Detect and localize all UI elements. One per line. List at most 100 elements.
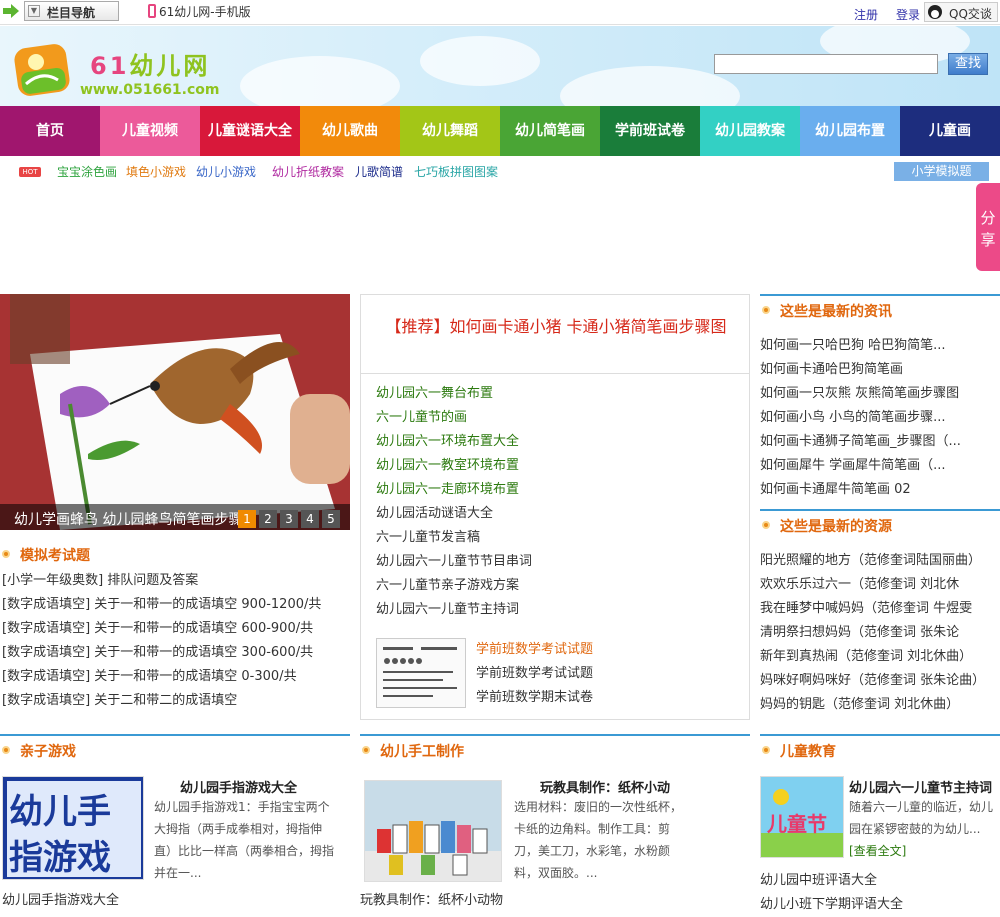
craft-card-title[interactable]: 玩教具制作：纸杯小动 bbox=[540, 777, 670, 796]
games-section-header: 亲子游戏 bbox=[0, 734, 350, 762]
feature-list: 学前班数学考试试题 学前班数学考试试题 学前班数学期末试卷 bbox=[476, 638, 746, 710]
list-item[interactable]: 学前班数学期末试卷 bbox=[476, 686, 746, 710]
nav-item-lesson-plans[interactable]: 幼儿园教案 bbox=[700, 106, 800, 156]
nav-item-drawing[interactable]: 幼儿简笔画 bbox=[500, 106, 600, 156]
edu-card-desc: 随着六一儿童的临近，幼儿园在紧锣密鼓的为幼儿... [查看全文] bbox=[849, 800, 994, 858]
list-item[interactable]: 新年到真热闹（范修奎词 刘北休曲） bbox=[760, 645, 1000, 669]
edu-card-title[interactable]: 幼儿园六一儿童节主持词 bbox=[849, 777, 992, 796]
list-item[interactable]: 六一儿童节发言稿 bbox=[376, 526, 736, 550]
logo-url: www.051661.com bbox=[80, 82, 220, 98]
feature-title[interactable]: 学前班数学考试试题 bbox=[476, 638, 746, 662]
list-item[interactable]: 如何画卡通狮子简笔画_步骤图（... bbox=[760, 430, 1000, 454]
slideshow-page[interactable]: 4 bbox=[301, 510, 319, 528]
list-item[interactable]: 清明祭扫想妈妈（范修奎词 张朱论 bbox=[760, 621, 1000, 645]
list-item[interactable]: 妈妈的钥匙（范修奎词 刘北休曲） bbox=[760, 693, 1000, 717]
games-card-title[interactable]: 幼儿园手指游戏大全 bbox=[180, 777, 297, 796]
read-more-link[interactable]: [查看全文] bbox=[849, 844, 906, 858]
sub-nav: HOT 宝宝涂色画 填色小游戏 幼儿小游戏 幼儿折纸教案 儿歌简谱 七巧板拼图图… bbox=[0, 156, 1000, 186]
slideshow-caption[interactable]: 幼儿学画蜂鸟 幼儿园蜂鸟简笔画步骤 bbox=[14, 509, 242, 529]
nav-item-home[interactable]: 首页 bbox=[0, 106, 100, 156]
list-item[interactable]: 幼儿园六一舞台布置 bbox=[376, 382, 736, 406]
search-input[interactable] bbox=[714, 54, 938, 74]
list-item[interactable]: 如何画小鸟 小鸟的简笔画步骤... bbox=[760, 406, 1000, 430]
list-item[interactable]: [数字成语填空] 关于一和带一的成语填空 0-300/共 bbox=[2, 665, 350, 689]
share-button[interactable]: 分享 bbox=[976, 183, 1000, 271]
list-item[interactable]: 欢欢乐乐过六一（范修奎词 刘北休 bbox=[760, 573, 1000, 597]
subnav-link[interactable]: 幼儿小游戏 bbox=[196, 163, 256, 180]
list-item[interactable]: 如何画犀牛 学画犀牛简笔画（... bbox=[760, 454, 1000, 478]
list-item[interactable]: 如何画卡通哈巴狗简笔画 bbox=[760, 358, 1000, 382]
subnav-link[interactable]: 宝宝涂色画 bbox=[57, 163, 117, 180]
games-list: 幼儿园手指游戏大全 bbox=[2, 889, 342, 913]
list-item[interactable]: 妈咪好啊妈咪好（范修奎词 张朱论曲） bbox=[760, 669, 1000, 693]
svg-text:幼儿手: 幼儿手 bbox=[9, 792, 111, 832]
nav-item-kids-painting[interactable]: 儿童画 bbox=[900, 106, 1000, 156]
subnav-link[interactable]: 幼儿折纸教案 bbox=[272, 163, 344, 180]
register-link[interactable]: 注册 bbox=[854, 6, 878, 23]
list-item[interactable]: 幼儿园手指游戏大全 bbox=[2, 889, 342, 913]
subnav-link[interactable]: 儿歌简谱 bbox=[355, 163, 403, 180]
svg-text:儿童节: 儿童节 bbox=[766, 812, 827, 836]
bullet-icon bbox=[762, 746, 770, 754]
list-item[interactable]: [数字成语填空] 关于一和带一的成语填空 300-600/共 bbox=[2, 641, 350, 665]
nav-item-decoration[interactable]: 幼儿园布置 bbox=[800, 106, 900, 156]
list-item[interactable]: 如何画一只哈巴狗 哈巴狗简笔... bbox=[760, 334, 1000, 358]
list-item[interactable]: 如何画卡通犀牛简笔画 02 bbox=[760, 478, 1000, 502]
logo-icon[interactable] bbox=[12, 40, 72, 100]
craft-thumbnail[interactable] bbox=[364, 780, 502, 882]
list-item[interactable]: [小学一年级奥数] 排队问题及答案 bbox=[2, 569, 350, 593]
site-header: 61幼儿网 www.051661.com 查找 bbox=[0, 26, 1000, 106]
top-bar: ▼ 栏目导航 61幼儿网-手机版 注册 登录 QQ交谈 bbox=[0, 0, 1000, 25]
list-item[interactable]: [数字成语填空] 关于一和带一的成语填空 600-900/共 bbox=[2, 617, 350, 641]
subnav-link[interactable]: 填色小游戏 bbox=[126, 163, 186, 180]
games-thumbnail[interactable]: 幼儿手 指游戏 bbox=[2, 776, 144, 880]
bullet-icon bbox=[2, 550, 10, 558]
chevron-down-icon: ▼ bbox=[28, 5, 40, 17]
list-item[interactable]: 幼儿园六一儿童节主持词 bbox=[376, 598, 736, 622]
list-item[interactable]: 幼儿园活动谜语大全 bbox=[376, 502, 736, 526]
slideshow-page[interactable]: 5 bbox=[322, 510, 340, 528]
list-item[interactable]: 我在睡梦中喊妈妈（范修奎词 牛煜雯 bbox=[760, 597, 1000, 621]
list-item[interactable]: 幼儿园六一环境布置大全 bbox=[376, 430, 736, 454]
exam-paper-thumbnail[interactable] bbox=[376, 638, 466, 708]
news-list: 如何画一只哈巴狗 哈巴狗简笔... 如何画卡通哈巴狗简笔画 如何画一只灰熊 灰熊… bbox=[760, 334, 1000, 502]
list-item[interactable]: [数字成语填空] 关于一和带一的成语填空 900-1200/共 bbox=[2, 593, 350, 617]
divider bbox=[361, 373, 749, 374]
nav-item-kids-video[interactable]: 儿童视频 bbox=[100, 106, 200, 156]
slideshow-page[interactable]: 3 bbox=[280, 510, 298, 528]
search-button[interactable]: 查找 bbox=[948, 53, 988, 75]
bullet-icon bbox=[362, 746, 370, 754]
svg-text:指游戏: 指游戏 bbox=[9, 838, 111, 878]
list-item[interactable]: 幼儿园六一走廊环境布置 bbox=[376, 478, 736, 502]
bullet-icon bbox=[762, 306, 770, 314]
primary-exam-button[interactable]: 小学模拟题 bbox=[894, 162, 989, 181]
list-item[interactable]: 阳光照耀的地方（范修奎词陆国丽曲） bbox=[760, 549, 1000, 573]
slideshow-page[interactable]: 1 bbox=[238, 510, 256, 528]
slideshow-image[interactable] bbox=[0, 294, 350, 530]
list-item[interactable]: 学前班数学考试试题 bbox=[476, 662, 746, 686]
main-nav: 首页 儿童视频 儿童谜语大全 幼儿歌曲 幼儿舞蹈 幼儿简笔画 学前班试卷 幼儿园… bbox=[0, 106, 1000, 156]
subnav-link[interactable]: 七巧板拼图图案 bbox=[414, 163, 498, 180]
login-link[interactable]: 登录 bbox=[896, 6, 920, 23]
list-item[interactable]: 玩教具制作：纸杯小动物 bbox=[360, 889, 740, 913]
list-item[interactable]: 六一儿童节亲子游戏方案 bbox=[376, 574, 736, 598]
mobile-version-link[interactable]: 61幼儿网-手机版 bbox=[148, 3, 251, 20]
nav-item-riddles[interactable]: 儿童谜语大全 bbox=[200, 106, 300, 156]
bullet-icon bbox=[2, 746, 10, 754]
exam-section-header: 模拟考试题 bbox=[0, 540, 350, 568]
edu-thumbnail[interactable]: 儿童节 bbox=[760, 776, 844, 858]
list-item[interactable]: 幼儿小班下学期评语大全 bbox=[760, 893, 1000, 917]
list-item[interactable]: 幼儿园六一教室环境布置 bbox=[376, 454, 736, 478]
nav-item-songs[interactable]: 幼儿歌曲 bbox=[300, 106, 400, 156]
list-item[interactable]: [数字成语填空] 关于二和带二的成语填空 bbox=[2, 689, 350, 713]
qq-chat-button[interactable]: QQ交谈 bbox=[924, 2, 998, 22]
nav-item-preschool-exam[interactable]: 学前班试卷 bbox=[600, 106, 700, 156]
list-item[interactable]: 如何画一只灰熊 灰熊简笔画步骤图 bbox=[760, 382, 1000, 406]
nav-item-dance[interactable]: 幼儿舞蹈 bbox=[400, 106, 500, 156]
list-item[interactable]: 幼儿园六一儿童节节目串词 bbox=[376, 550, 736, 574]
slideshow-page[interactable]: 2 bbox=[259, 510, 277, 528]
list-item[interactable]: 六一儿童节的画 bbox=[376, 406, 736, 430]
recommend-headline[interactable]: 【推荐】如何画卡通小猪 卡通小猪简笔画步骤图 bbox=[375, 315, 737, 339]
list-item[interactable]: 幼儿园中班评语大全 bbox=[760, 869, 1000, 893]
column-nav-button[interactable]: ▼ 栏目导航 bbox=[24, 1, 119, 21]
